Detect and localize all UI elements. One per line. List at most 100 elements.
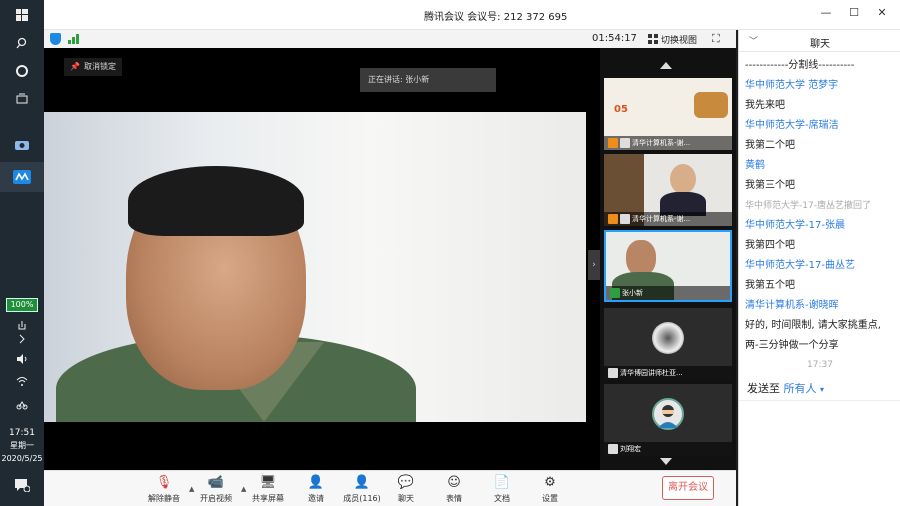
emoji-label: 表情 (446, 494, 462, 503)
invite-button[interactable]: 👤 邀请 (292, 475, 340, 504)
scroll-up-arrow-icon[interactable] (660, 62, 672, 69)
clock-time[interactable]: 17:51 (0, 428, 44, 438)
chat-label: 聊天 (398, 494, 414, 503)
minimize-icon[interactable]: — (816, 6, 836, 22)
clock-day: 星期一 (10, 441, 34, 450)
send-to-target[interactable]: 所有人 (784, 382, 817, 395)
leave-meeting-button[interactable]: 离开会议 (662, 476, 714, 500)
speaker-hair (128, 166, 304, 236)
members-label: 成员(116) (343, 494, 381, 503)
close-icon[interactable]: ✕ (872, 6, 892, 22)
participant-avatar (652, 398, 684, 430)
chat-button[interactable]: 💬 聊天 (382, 475, 430, 504)
chat-title: 聊天 (810, 39, 830, 50)
security-shield-icon[interactable] (50, 33, 61, 45)
camera-app-icon[interactable] (0, 130, 44, 160)
members-button[interactable]: 👤 成员(116) (338, 475, 386, 504)
meeting-area: 01:54:17 切换视图 ⛶ 📌 取消锁定 正在讲话: 张小新 › 05 清华 (44, 30, 736, 470)
notification-icon[interactable] (12, 478, 32, 496)
meeting-duration: 01:54:17 (592, 33, 637, 44)
maximize-icon[interactable]: ☐ (844, 6, 864, 22)
chat-messages[interactable]: ------------分割线---------- 华中师范大学 范梦宇 我先来… (745, 56, 900, 374)
participant-tile[interactable]: 清华计算机系-谢... (604, 154, 732, 226)
scroll-down-arrow-icon[interactable] (660, 458, 672, 465)
share-indicator-icon (608, 214, 618, 224)
participant-tile[interactable]: 05 清华计算机系-谢... (604, 78, 732, 150)
screen-icon (608, 368, 618, 378)
chat-panel: ﹀ 聊天 ------------分割线---------- 华中师范大学 范梦… (738, 30, 900, 506)
participant-avatar (652, 322, 684, 354)
slide-number: 05 (614, 104, 628, 115)
participant-strip: 05 清华计算机系-谢... 清华计算机系-谢... 张小新 清华博园讲师杜亚.… (600, 48, 736, 470)
search-icon[interactable] (0, 28, 44, 58)
invite-label: 邀请 (308, 494, 324, 503)
participant-name: 刘翔宏 (604, 442, 732, 456)
chat-message-text: 我先来吧 (745, 100, 785, 111)
send-to-label: 发送至 (747, 382, 780, 395)
start-video-button[interactable]: 📹 开启视频 (192, 475, 240, 504)
fullscreen-icon[interactable]: ⛶ (712, 32, 720, 46)
battery-indicator: 100% (6, 298, 38, 312)
chat-message-text: 我第三个吧 (745, 180, 795, 191)
title-bar: 腾讯会议 会议号: 212 372 695 — ☐ ✕ (44, 0, 900, 30)
settings-button[interactable]: ⚙ 设置 (526, 475, 574, 504)
emoji-icon: ☺ (447, 475, 461, 490)
tencent-meeting-app-icon[interactable] (0, 162, 44, 192)
participant-face (626, 240, 656, 276)
document-icon: 📄 (493, 475, 511, 490)
chat-sender[interactable]: 华中师范大学-17-张晨 (745, 216, 900, 236)
chat-input-area[interactable] (739, 400, 900, 506)
mic-muted-icon: 🎙 (155, 475, 173, 490)
chat-message-text: 好的, 时间限制, 请大家挑重点, (745, 320, 881, 331)
documents-label: 文档 (494, 494, 510, 503)
chat-sender[interactable]: 清华计算机系-谢晓晖 (745, 296, 900, 316)
participant-tile[interactable]: 刘翔宏 (604, 384, 732, 456)
participant-tile[interactable]: 清华博园讲师杜亚... (604, 308, 732, 380)
members-icon: 👤 (353, 475, 371, 490)
chat-sender[interactable]: 黄鹤 (745, 156, 900, 176)
screen-icon (608, 444, 618, 454)
window-title: 腾讯会议 会议号: 212 372 695 (424, 12, 568, 23)
start-video-label: 开启视频 (200, 494, 232, 503)
unmute-label: 解除静音 (148, 494, 180, 503)
slide-food-image (694, 92, 728, 118)
chat-timestamp: 17:37 (807, 360, 833, 370)
switch-view-label: 切换视图 (661, 35, 698, 46)
grid-view-icon (648, 34, 658, 44)
main-video[interactable] (44, 112, 586, 422)
participant-name: 张小新 (606, 286, 730, 300)
windows-taskbar: 100% 17:51 星期一 2020/5/25 (0, 0, 44, 506)
documents-button[interactable]: 📄 文档 (478, 475, 526, 504)
switch-view-button[interactable]: 切换视图 (648, 32, 697, 46)
screen-icon (620, 138, 630, 148)
chat-message-text: 我第四个吧 (745, 240, 795, 251)
chat-system-notice: 华中师范大学-17-唐丛艺撤回了 (745, 201, 871, 211)
collapse-strip-handle[interactable]: › (588, 250, 600, 280)
mic-active-icon (610, 288, 620, 298)
participant-name: 清华计算机系-谢... (604, 212, 732, 226)
unlock-view-button[interactable]: 📌 取消锁定 (64, 58, 122, 76)
task-view-icon[interactable] (0, 84, 44, 114)
meeting-toolbar: 🎙 解除静音 ▲ 📹 开启视频 ▲ 🖥 共享屏幕 👤 邀请 👤 成员(116) … (44, 470, 736, 506)
windows-start-icon[interactable] (0, 0, 44, 30)
cortana-icon[interactable] (0, 56, 44, 86)
share-screen-label: 共享屏幕 (252, 494, 284, 503)
participant-tile-active[interactable]: 张小新 (604, 230, 732, 302)
unmute-button[interactable]: 🎙 解除静音 (140, 475, 188, 504)
signal-strength-icon[interactable] (68, 34, 82, 44)
input-method-icon[interactable] (0, 390, 44, 420)
chat-message-text: 我第五个吧 (745, 280, 795, 291)
chat-sender[interactable]: 华中师范大学-席瑞洁 (745, 116, 900, 136)
participant-name: 清华博园讲师杜亚... (604, 366, 732, 380)
share-screen-button[interactable]: 🖥 共享屏幕 (244, 475, 292, 504)
share-screen-icon: 🖥 (259, 475, 277, 490)
emoji-button[interactable]: ☺ 表情 (430, 475, 478, 504)
participant-face (670, 164, 696, 194)
chat-sender[interactable]: 华中师范大学 范梦宇 (745, 76, 900, 96)
chevron-down-icon[interactable]: ▾ (820, 385, 824, 394)
video-off-icon: 📹 (207, 475, 225, 490)
add-user-icon: 👤 (307, 475, 325, 490)
chat-message-text-continued: 两-三分钟做一个分享 (745, 340, 839, 351)
chat-sender[interactable]: 华中师范大学-17-曲丛艺 (745, 256, 900, 276)
send-to-selector[interactable]: 发送至 所有人 ▾ (747, 380, 824, 396)
